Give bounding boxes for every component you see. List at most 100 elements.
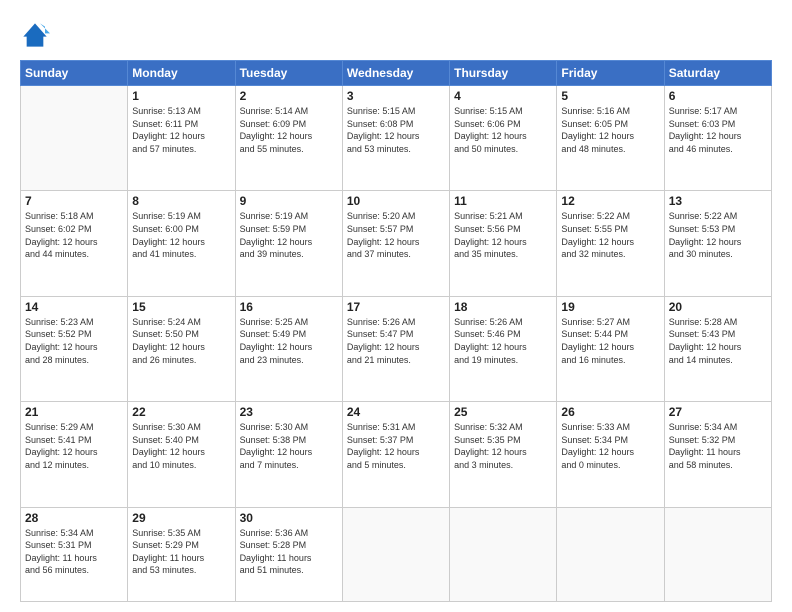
calendar-cell: 22 Sunrise: 5:30 AM Sunset: 5:40 PM Dayli… (128, 402, 235, 507)
day-number: 29 (132, 511, 230, 525)
calendar-cell: 3 Sunrise: 5:15 AM Sunset: 6:08 PM Daylig… (342, 86, 449, 191)
day-number: 14 (25, 300, 123, 314)
day-info: Sunrise: 5:17 AM Sunset: 6:03 PM Dayligh… (669, 105, 767, 155)
calendar-cell: 10 Sunrise: 5:20 AM Sunset: 5:57 PM Dayli… (342, 191, 449, 296)
day-number: 27 (669, 405, 767, 419)
day-info: Sunrise: 5:15 AM Sunset: 6:06 PM Dayligh… (454, 105, 552, 155)
calendar-cell: 6 Sunrise: 5:17 AM Sunset: 6:03 PM Daylig… (664, 86, 771, 191)
calendar-table: SundayMondayTuesdayWednesdayThursdayFrid… (20, 60, 772, 602)
col-header-saturday: Saturday (664, 61, 771, 86)
calendar-cell: 24 Sunrise: 5:31 AM Sunset: 5:37 PM Dayli… (342, 402, 449, 507)
col-header-sunday: Sunday (21, 61, 128, 86)
day-number: 2 (240, 89, 338, 103)
calendar-cell: 20 Sunrise: 5:28 AM Sunset: 5:43 PM Dayli… (664, 296, 771, 401)
calendar-cell (450, 507, 557, 601)
day-number: 3 (347, 89, 445, 103)
calendar-week-5: 28 Sunrise: 5:34 AM Sunset: 5:31 PM Dayli… (21, 507, 772, 601)
calendar-cell (557, 507, 664, 601)
day-info: Sunrise: 5:30 AM Sunset: 5:38 PM Dayligh… (240, 421, 338, 471)
col-header-thursday: Thursday (450, 61, 557, 86)
calendar-cell: 29 Sunrise: 5:35 AM Sunset: 5:29 PM Dayli… (128, 507, 235, 601)
day-number: 18 (454, 300, 552, 314)
day-info: Sunrise: 5:27 AM Sunset: 5:44 PM Dayligh… (561, 316, 659, 366)
day-info: Sunrise: 5:19 AM Sunset: 6:00 PM Dayligh… (132, 210, 230, 260)
day-info: Sunrise: 5:26 AM Sunset: 5:46 PM Dayligh… (454, 316, 552, 366)
calendar-cell: 27 Sunrise: 5:34 AM Sunset: 5:32 PM Dayli… (664, 402, 771, 507)
calendar-week-3: 14 Sunrise: 5:23 AM Sunset: 5:52 PM Dayli… (21, 296, 772, 401)
calendar-cell: 21 Sunrise: 5:29 AM Sunset: 5:41 PM Dayli… (21, 402, 128, 507)
day-info: Sunrise: 5:24 AM Sunset: 5:50 PM Dayligh… (132, 316, 230, 366)
calendar-cell: 15 Sunrise: 5:24 AM Sunset: 5:50 PM Dayli… (128, 296, 235, 401)
day-info: Sunrise: 5:28 AM Sunset: 5:43 PM Dayligh… (669, 316, 767, 366)
calendar-week-2: 7 Sunrise: 5:18 AM Sunset: 6:02 PM Daylig… (21, 191, 772, 296)
calendar-week-1: 1Sunrise: 5:13 AM Sunset: 6:11 PM Daylig… (21, 86, 772, 191)
day-number: 5 (561, 89, 659, 103)
calendar-cell: 13 Sunrise: 5:22 AM Sunset: 5:53 PM Dayli… (664, 191, 771, 296)
calendar-cell: 12 Sunrise: 5:22 AM Sunset: 5:55 PM Dayli… (557, 191, 664, 296)
calendar-cell: 9Sunrise: 5:19 AM Sunset: 5:59 PM Daylig… (235, 191, 342, 296)
day-info: Sunrise: 5:20 AM Sunset: 5:57 PM Dayligh… (347, 210, 445, 260)
calendar-cell: 8Sunrise: 5:19 AM Sunset: 6:00 PM Daylig… (128, 191, 235, 296)
calendar-week-4: 21 Sunrise: 5:29 AM Sunset: 5:41 PM Dayli… (21, 402, 772, 507)
calendar-cell: 4 Sunrise: 5:15 AM Sunset: 6:06 PM Daylig… (450, 86, 557, 191)
day-info: Sunrise: 5:18 AM Sunset: 6:02 PM Dayligh… (25, 210, 123, 260)
day-info: Sunrise: 5:33 AM Sunset: 5:34 PM Dayligh… (561, 421, 659, 471)
calendar-cell: 2 Sunrise: 5:14 AM Sunset: 6:09 PM Daylig… (235, 86, 342, 191)
day-number: 11 (454, 194, 552, 208)
day-number: 28 (25, 511, 123, 525)
calendar-cell: 11 Sunrise: 5:21 AM Sunset: 5:56 PM Dayli… (450, 191, 557, 296)
day-info: Sunrise: 5:36 AM Sunset: 5:28 PM Dayligh… (240, 527, 338, 577)
day-number: 12 (561, 194, 659, 208)
day-number: 23 (240, 405, 338, 419)
calendar-cell: 25Sunrise: 5:32 AM Sunset: 5:35 PM Dayli… (450, 402, 557, 507)
day-number: 19 (561, 300, 659, 314)
col-header-tuesday: Tuesday (235, 61, 342, 86)
day-info: Sunrise: 5:16 AM Sunset: 6:05 PM Dayligh… (561, 105, 659, 155)
day-number: 21 (25, 405, 123, 419)
calendar-cell: 5 Sunrise: 5:16 AM Sunset: 6:05 PM Daylig… (557, 86, 664, 191)
day-number: 20 (669, 300, 767, 314)
calendar-cell (21, 86, 128, 191)
day-info: Sunrise: 5:34 AM Sunset: 5:31 PM Dayligh… (25, 527, 123, 577)
day-number: 4 (454, 89, 552, 103)
col-header-monday: Monday (128, 61, 235, 86)
day-info: Sunrise: 5:21 AM Sunset: 5:56 PM Dayligh… (454, 210, 552, 260)
day-number: 15 (132, 300, 230, 314)
day-info: Sunrise: 5:35 AM Sunset: 5:29 PM Dayligh… (132, 527, 230, 577)
logo-icon (20, 20, 50, 50)
day-info: Sunrise: 5:32 AM Sunset: 5:35 PM Dayligh… (454, 421, 552, 471)
day-info: Sunrise: 5:30 AM Sunset: 5:40 PM Dayligh… (132, 421, 230, 471)
day-number: 24 (347, 405, 445, 419)
day-number: 9 (240, 194, 338, 208)
day-number: 16 (240, 300, 338, 314)
calendar-cell (664, 507, 771, 601)
header (20, 18, 772, 50)
calendar-cell (342, 507, 449, 601)
day-info: Sunrise: 5:23 AM Sunset: 5:52 PM Dayligh… (25, 316, 123, 366)
calendar-cell: 7 Sunrise: 5:18 AM Sunset: 6:02 PM Daylig… (21, 191, 128, 296)
logo (20, 18, 54, 50)
day-info: Sunrise: 5:26 AM Sunset: 5:47 PM Dayligh… (347, 316, 445, 366)
calendar-cell: 18 Sunrise: 5:26 AM Sunset: 5:46 PM Dayli… (450, 296, 557, 401)
day-info: Sunrise: 5:25 AM Sunset: 5:49 PM Dayligh… (240, 316, 338, 366)
day-number: 30 (240, 511, 338, 525)
day-info: Sunrise: 5:31 AM Sunset: 5:37 PM Dayligh… (347, 421, 445, 471)
day-number: 22 (132, 405, 230, 419)
calendar-cell: 28 Sunrise: 5:34 AM Sunset: 5:31 PM Dayli… (21, 507, 128, 601)
day-info: Sunrise: 5:14 AM Sunset: 6:09 PM Dayligh… (240, 105, 338, 155)
day-info: Sunrise: 5:34 AM Sunset: 5:32 PM Dayligh… (669, 421, 767, 471)
day-number: 17 (347, 300, 445, 314)
calendar-cell: 14 Sunrise: 5:23 AM Sunset: 5:52 PM Dayli… (21, 296, 128, 401)
day-number: 10 (347, 194, 445, 208)
day-number: 13 (669, 194, 767, 208)
calendar-header-row: SundayMondayTuesdayWednesdayThursdayFrid… (21, 61, 772, 86)
calendar-cell: 19 Sunrise: 5:27 AM Sunset: 5:44 PM Dayli… (557, 296, 664, 401)
day-number: 6 (669, 89, 767, 103)
day-info: Sunrise: 5:22 AM Sunset: 5:55 PM Dayligh… (561, 210, 659, 260)
day-info: Sunrise: 5:29 AM Sunset: 5:41 PM Dayligh… (25, 421, 123, 471)
calendar-cell: 16 Sunrise: 5:25 AM Sunset: 5:49 PM Dayli… (235, 296, 342, 401)
day-info: Sunrise: 5:15 AM Sunset: 6:08 PM Dayligh… (347, 105, 445, 155)
day-number: 1 (132, 89, 230, 103)
day-number: 7 (25, 194, 123, 208)
day-info: Sunrise: 5:22 AM Sunset: 5:53 PM Dayligh… (669, 210, 767, 260)
